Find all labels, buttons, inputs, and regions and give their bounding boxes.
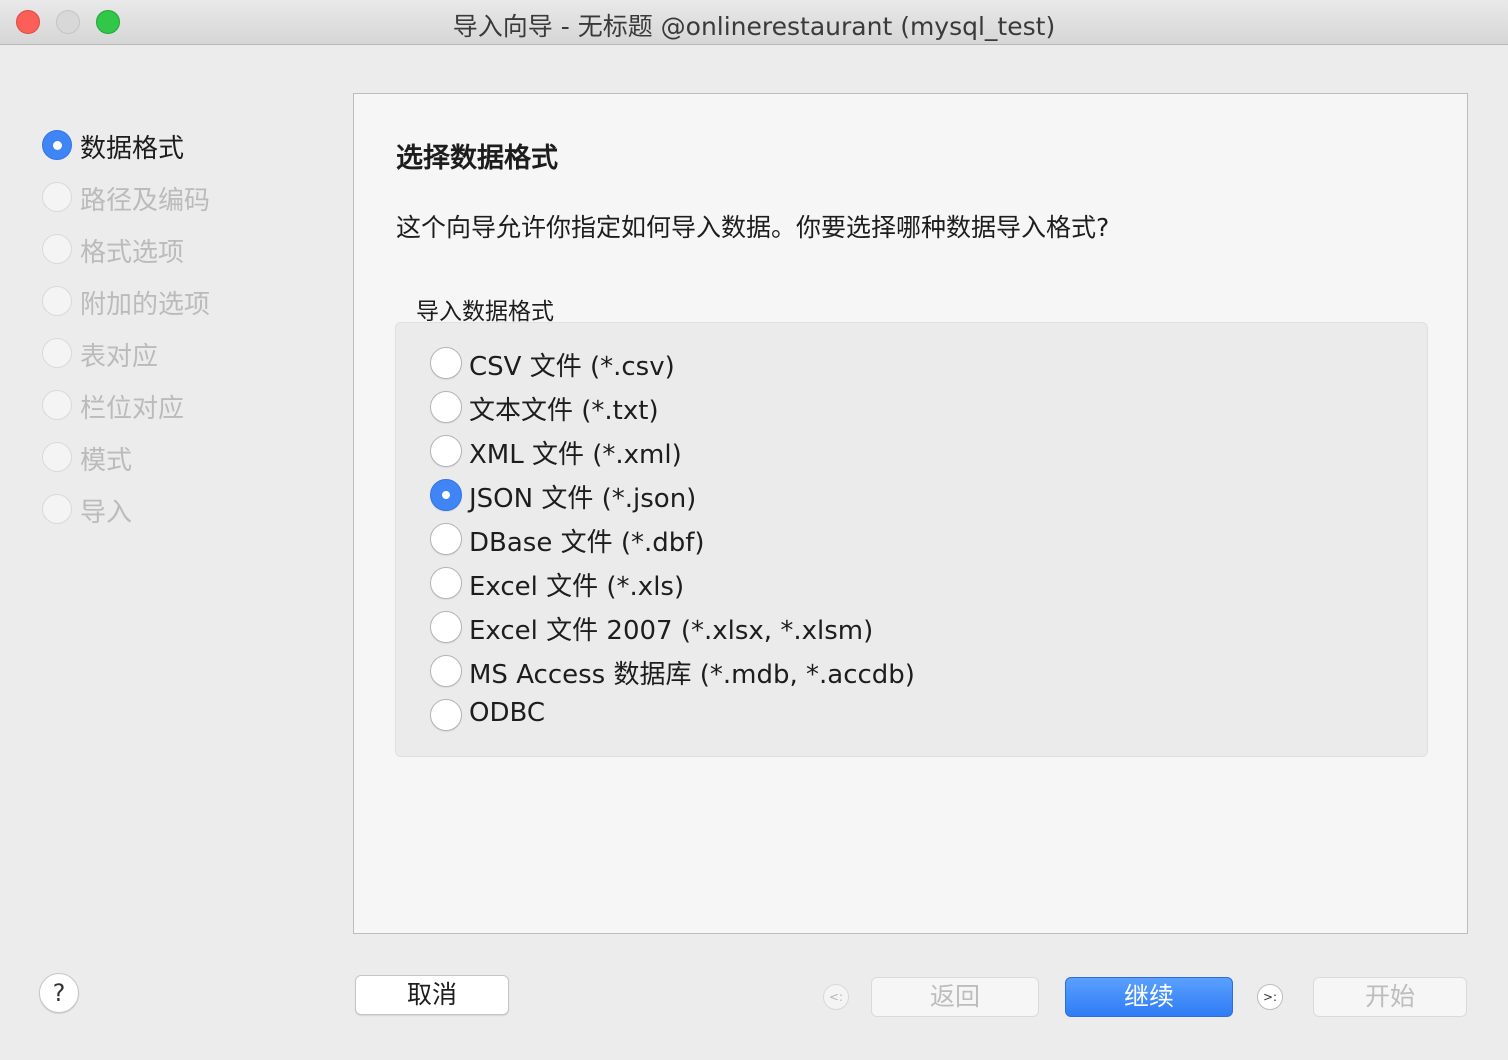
option-label: 文本文件 (*.txt) bbox=[469, 396, 659, 426]
option-label: Excel 文件 2007 (*.xlsx, *.xlsm) bbox=[469, 616, 874, 646]
panel-description: 这个向导允许你指定如何导入数据。你要选择哪种数据导入格式? bbox=[396, 213, 1110, 242]
step-label: 附加的选项 bbox=[80, 290, 211, 320]
option-label: Excel 文件 (*.xls) bbox=[469, 572, 685, 602]
radio-button[interactable] bbox=[430, 523, 462, 555]
radio-button[interactable] bbox=[430, 391, 462, 423]
step-indicator-icon bbox=[42, 234, 72, 264]
option-label: DBase 文件 (*.dbf) bbox=[469, 528, 705, 558]
radio-button[interactable] bbox=[430, 347, 462, 379]
radio-button[interactable] bbox=[430, 611, 462, 643]
option-label: XML 文件 (*.xml) bbox=[469, 440, 682, 470]
content-panel: 选择数据格式 这个向导允许你指定如何导入数据。你要选择哪种数据导入格式? 导入数… bbox=[353, 93, 1468, 934]
step-indicator-icon bbox=[42, 390, 72, 420]
next-shortcut-icon: >: bbox=[1257, 984, 1283, 1010]
step-label: 路径及编码 bbox=[80, 186, 211, 216]
title-bar: 导入向导 - 无标题 @onlinerestaurant (mysql_test… bbox=[0, 0, 1508, 45]
option-label: JSON 文件 (*.json) bbox=[469, 484, 697, 514]
step-indicator-icon bbox=[42, 338, 72, 368]
radio-button[interactable] bbox=[430, 699, 462, 731]
step-indicator-icon bbox=[42, 442, 72, 472]
help-button[interactable]: ? bbox=[39, 973, 79, 1013]
step-indicator-icon bbox=[42, 130, 72, 160]
step-indicator-icon bbox=[42, 182, 72, 212]
previous-shortcut-icon: <: bbox=[823, 984, 849, 1010]
radio-button[interactable] bbox=[430, 655, 462, 687]
panel-title: 选择数据格式 bbox=[396, 143, 558, 174]
window-title: 导入向导 - 无标题 @onlinerestaurant (mysql_test… bbox=[452, 12, 1056, 41]
back-button[interactable]: 返回 bbox=[871, 977, 1039, 1017]
import-format-group-label: 导入数据格式 bbox=[416, 299, 554, 325]
option-label: ODBC bbox=[469, 698, 546, 728]
cancel-button[interactable]: 取消 bbox=[355, 975, 509, 1015]
step-label: 栏位对应 bbox=[80, 394, 185, 424]
radio-button[interactable] bbox=[430, 567, 462, 599]
import-format-group: CSV 文件 (*.csv) 文本文件 (*.txt) XML 文件 (*.xm… bbox=[395, 322, 1428, 757]
option-label: MS Access 数据库 (*.mdb, *.accdb) bbox=[469, 660, 915, 690]
step-label: 导入 bbox=[80, 498, 133, 528]
radio-button-selected[interactable] bbox=[430, 479, 462, 511]
option-label: CSV 文件 (*.csv) bbox=[469, 352, 675, 382]
step-label: 表对应 bbox=[80, 342, 159, 372]
start-button[interactable]: 开始 bbox=[1313, 977, 1467, 1017]
step-label: 格式选项 bbox=[80, 238, 185, 268]
step-indicator-icon bbox=[42, 494, 72, 524]
continue-button[interactable]: 继续 bbox=[1065, 977, 1233, 1017]
step-indicator-icon bbox=[42, 286, 72, 316]
radio-button[interactable] bbox=[430, 435, 462, 467]
step-label: 模式 bbox=[80, 446, 133, 476]
step-label: 数据格式 bbox=[80, 134, 185, 164]
